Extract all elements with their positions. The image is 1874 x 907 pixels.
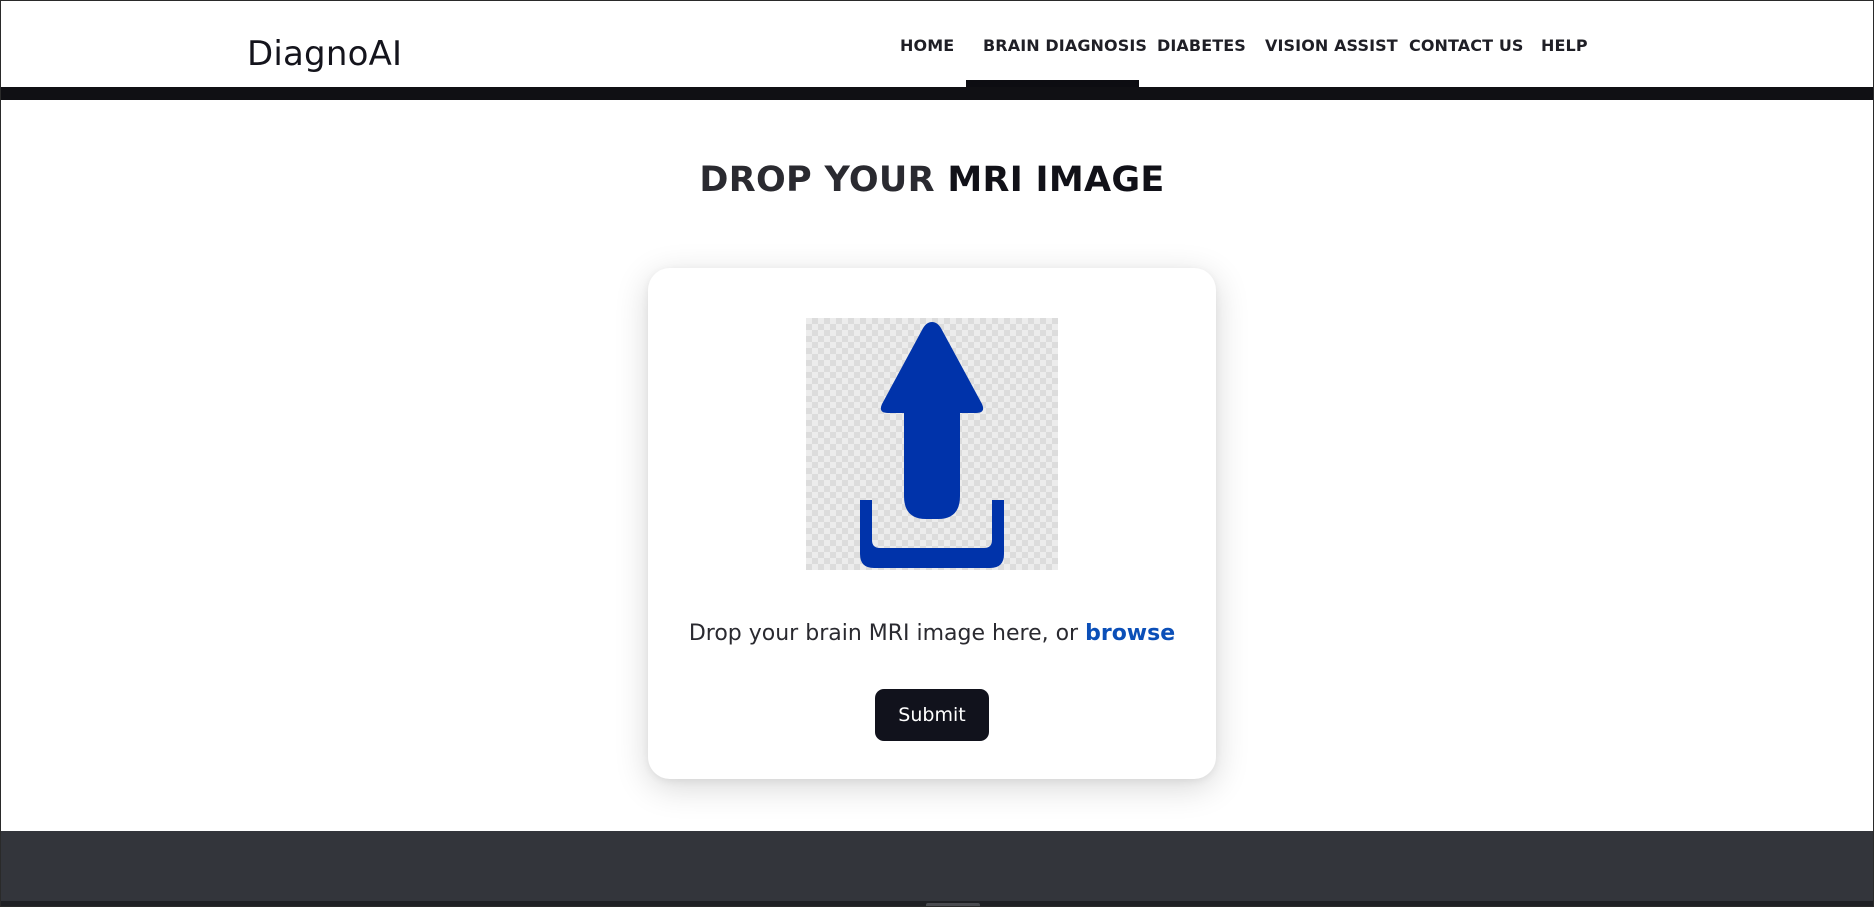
upload-arrow-icon[interactable]: [806, 318, 1058, 570]
browse-link[interactable]: browse: [1085, 621, 1175, 646]
nav-item-diabetes[interactable]: DIABETES: [1157, 36, 1246, 55]
upload-card[interactable]: Drop your brain MRI image here, or brows…: [648, 268, 1216, 779]
header-divider: [1, 87, 1873, 100]
page-title-part1: DROP YOUR: [699, 160, 948, 200]
app-window: DiagnoAI HOME BRAIN DIAGNOSIS DIABETES V…: [0, 0, 1874, 907]
site-header: DiagnoAI HOME BRAIN DIAGNOSIS DIABETES V…: [1, 1, 1873, 88]
submit-button[interactable]: Submit: [875, 689, 989, 741]
nav-item-brain-diagnosis[interactable]: BRAIN DIAGNOSIS: [983, 36, 1147, 55]
nav-item-contact-us[interactable]: CONTACT US: [1409, 36, 1524, 55]
main-nav: HOME BRAIN DIAGNOSIS DIABETES VISION ASS…: [1, 1, 1873, 88]
page-title-part2: MRI IMAGE: [947, 160, 1165, 200]
drop-prompt: Drop your brain MRI image here, or: [688, 621, 1086, 646]
site-footer: [1, 831, 1873, 901]
nav-item-home[interactable]: HOME: [900, 36, 954, 55]
drop-instructions: Drop your brain MRI image here, or brows…: [648, 621, 1216, 646]
upload-arrow-svg: [860, 322, 1004, 568]
nav-item-vision-assist[interactable]: VISION ASSIST: [1265, 36, 1398, 55]
nav-item-help[interactable]: HELP: [1541, 36, 1588, 55]
main-content: DROP YOUR MRI IMAGE Drop your brain MRI …: [1, 100, 1873, 831]
scroll-handle[interactable]: [926, 903, 980, 906]
page-title: DROP YOUR MRI IMAGE: [1, 160, 1863, 200]
